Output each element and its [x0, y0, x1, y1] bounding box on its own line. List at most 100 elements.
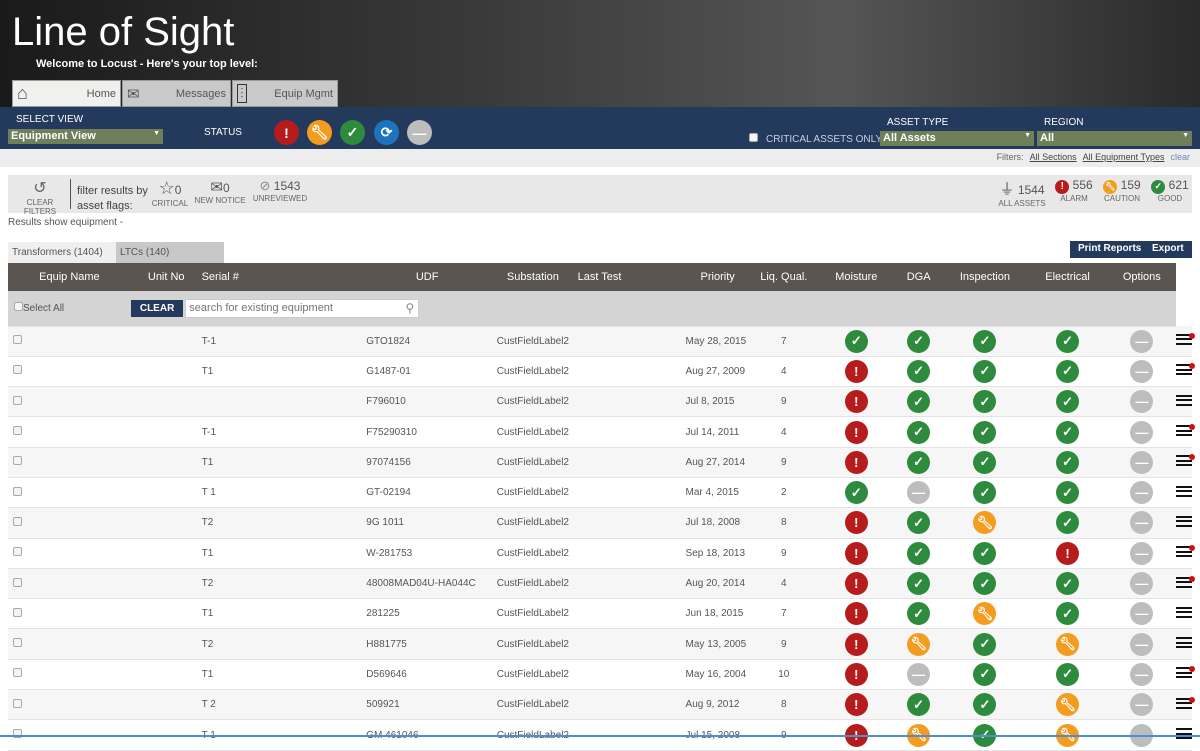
good-status-icon[interactable]: ✓	[1056, 663, 1079, 686]
good-status-icon[interactable]: ✓	[845, 330, 868, 353]
search-input[interactable]	[185, 299, 419, 318]
tab-ltcs[interactable]: LTCs (140)	[116, 242, 224, 263]
good-status-icon[interactable]: ✓	[907, 360, 930, 383]
none-status-icon[interactable]: —	[1130, 511, 1153, 534]
good-status-icon[interactable]: ✓	[973, 390, 996, 413]
new-notice-flag-filter[interactable]: ✉0NEW NOTICE	[194, 178, 246, 205]
good-status-icon[interactable]: ✓	[907, 421, 930, 444]
caution-status-icon[interactable]: 🔧︎	[1056, 693, 1079, 716]
good-status-icon[interactable]: ✓	[1056, 451, 1079, 474]
none-status-icon[interactable]: —	[1130, 421, 1153, 444]
none-status-icon[interactable]: —	[1130, 572, 1153, 595]
column-header[interactable]: Liq. Qual.	[750, 263, 818, 291]
critical-flag-filter[interactable]: ☆0CRITICAL	[150, 178, 190, 208]
none-status-icon[interactable]: —	[1130, 663, 1153, 686]
nav-tab-messages[interactable]: ✉Messages	[122, 80, 231, 107]
row-checkbox[interactable]	[13, 335, 22, 344]
caution-status-icon[interactable]: 🔧︎	[1056, 633, 1079, 656]
nav-tab-home[interactable]: ⌂Home	[12, 80, 121, 107]
options-menu-icon[interactable]	[1176, 516, 1192, 527]
select-all-checkbox[interactable]	[14, 302, 23, 311]
row-checkbox[interactable]	[13, 638, 22, 647]
table-row[interactable]: T-1F75290310CustFieldLabel2Jul 14, 20114…	[8, 417, 1192, 447]
good-status-icon[interactable]: ✓	[907, 602, 930, 625]
column-header[interactable]: Moisture	[818, 263, 895, 291]
none-status-icon[interactable]: —	[1130, 330, 1153, 353]
wrench-status-button[interactable]: 🔧︎	[307, 120, 332, 145]
none-status-icon[interactable]: —	[1130, 390, 1153, 413]
good-status-icon[interactable]: ✓	[907, 572, 930, 595]
column-header[interactable]: Substation	[488, 263, 578, 291]
none-status-icon[interactable]: —	[1130, 693, 1153, 716]
clear-filters-button[interactable]: ↺CLEAR FILTERS	[10, 178, 70, 216]
row-checkbox[interactable]	[13, 396, 22, 405]
good-status-icon[interactable]: ✓	[1056, 421, 1079, 444]
all-sections-link[interactable]: All Sections	[1030, 152, 1077, 162]
table-row[interactable]: T1W-281753CustFieldLabel2Sep 18, 20139!✓…	[8, 538, 1192, 568]
good-status-icon[interactable]: ✓	[973, 633, 996, 656]
column-header[interactable]: Electrical	[1027, 263, 1107, 291]
good-status-icon[interactable]: ✓	[1056, 481, 1079, 504]
good-status-icon[interactable]: ✓	[973, 481, 996, 504]
good-status-icon[interactable]: ✓	[973, 360, 996, 383]
print-reports-button[interactable]: Print Reports	[1070, 241, 1149, 258]
table-row[interactable]: T 2509921CustFieldLabel2Aug 9, 20128!✓✓🔧…	[8, 690, 1192, 720]
row-checkbox[interactable]	[13, 456, 22, 465]
good-status-icon[interactable]: ✓	[1056, 330, 1079, 353]
good-status-icon[interactable]: ✓	[973, 421, 996, 444]
column-header[interactable]: DGA	[895, 263, 942, 291]
good-status-button[interactable]: ✓	[340, 120, 365, 145]
options-menu-icon[interactable]	[1176, 455, 1192, 466]
options-menu-icon[interactable]	[1176, 607, 1192, 618]
options-menu-icon[interactable]	[1176, 546, 1192, 557]
table-row[interactable]: F796010CustFieldLabel2Jul 8, 20159!✓✓✓—	[8, 387, 1192, 417]
options-menu-icon[interactable]	[1176, 698, 1192, 709]
good-status-icon[interactable]: ✓	[907, 511, 930, 534]
options-menu-icon[interactable]	[1176, 728, 1192, 739]
good-status-icon[interactable]: ✓	[973, 451, 996, 474]
none-status-icon[interactable]: —	[1130, 542, 1153, 565]
sync-status-button[interactable]: ⟳	[374, 120, 399, 145]
options-menu-icon[interactable]	[1176, 395, 1192, 406]
alarm-status-icon[interactable]: !	[845, 390, 868, 413]
row-checkbox[interactable]	[13, 608, 22, 617]
alarm-status-icon[interactable]: !	[845, 421, 868, 444]
column-header[interactable]: Serial #	[202, 263, 367, 291]
alarm-status-icon[interactable]: !	[845, 693, 868, 716]
none-status-icon[interactable]: —	[907, 663, 930, 686]
clear-filters-link[interactable]: clear	[1170, 152, 1190, 162]
column-header[interactable]: Equip Name	[8, 263, 131, 291]
table-row[interactable]: T-1GTO1824CustFieldLabel2May 28, 20157✓✓…	[8, 326, 1192, 356]
none-status-icon[interactable]: —	[1130, 360, 1153, 383]
clear-button[interactable]: CLEAR	[131, 300, 183, 317]
table-row[interactable]: T1G1487-01CustFieldLabel2Aug 27, 20094!✓…	[8, 356, 1192, 386]
none-status-icon[interactable]: —	[1130, 602, 1153, 625]
alarm-status-icon[interactable]: !	[845, 633, 868, 656]
good-status-icon[interactable]: ✓	[907, 693, 930, 716]
options-menu-icon[interactable]	[1176, 486, 1192, 497]
row-checkbox[interactable]	[13, 487, 22, 496]
nav-tab-equip-mgmt[interactable]: ⫶Equip Mgmt	[232, 80, 338, 107]
good-status-icon[interactable]: ✓	[907, 330, 930, 353]
all-assets-summary[interactable]: ⏚ 1544ALL ASSETS	[996, 178, 1048, 208]
alarm-summary[interactable]: ! 556ALARM	[1052, 178, 1096, 203]
alarm-status-icon[interactable]: !	[845, 542, 868, 565]
good-status-icon[interactable]: ✓	[973, 693, 996, 716]
row-checkbox[interactable]	[13, 547, 22, 556]
row-checkbox[interactable]	[13, 365, 22, 374]
options-menu-icon[interactable]	[1176, 667, 1192, 678]
good-status-icon[interactable]: ✓	[973, 330, 996, 353]
caution-status-icon[interactable]: 🔧︎	[973, 602, 996, 625]
good-status-icon[interactable]: ✓	[973, 542, 996, 565]
search-icon[interactable]: ⚲	[406, 301, 415, 315]
good-status-icon[interactable]: ✓	[973, 572, 996, 595]
asset-type-dropdown[interactable]: All Assets▼	[880, 131, 1034, 146]
column-header[interactable]: Unit No	[131, 263, 202, 291]
options-menu-icon[interactable]	[1176, 364, 1192, 375]
row-checkbox[interactable]	[13, 517, 22, 526]
good-status-icon[interactable]: ✓	[907, 390, 930, 413]
table-row[interactable]: T248008MAD04U-HA044CCustFieldLabel2Aug 2…	[8, 568, 1192, 598]
options-menu-icon[interactable]	[1176, 334, 1192, 345]
row-checkbox[interactable]	[13, 699, 22, 708]
alarm-status-icon[interactable]: !	[845, 602, 868, 625]
